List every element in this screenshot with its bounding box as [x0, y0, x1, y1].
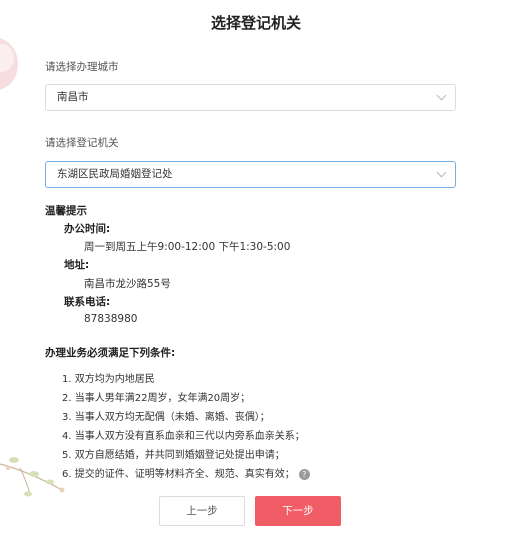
office-label: 请选择登记机关 — [45, 137, 119, 149]
branch-decoration-icon — [0, 457, 65, 497]
flower-decoration-icon — [0, 38, 18, 90]
city-label: 请选择办理城市 — [45, 61, 119, 73]
condition-item: 2. 当事人男年满22周岁，女年满20周岁； — [62, 393, 251, 404]
condition-item: 3. 当事人双方均无配偶（未婚、离婚、丧偶）； — [62, 412, 270, 423]
phone-label: 联系电话: — [64, 296, 111, 308]
next-button[interactable]: 下一步 — [255, 496, 341, 526]
office-select-value: 东湖区民政局婚姻登记处 — [57, 168, 173, 180]
phone-value: 87838980 — [84, 313, 138, 325]
page-title: 选择登记机关 — [210, 14, 301, 32]
condition-item-last: 6. 提交的证件、证明等材料齐全、规范、真实有效；? — [62, 465, 310, 480]
office-select[interactable]: 东湖区民政局婚姻登记处 — [45, 161, 456, 188]
chevron-down-icon — [436, 167, 447, 178]
hours-label: 办公时间: — [64, 223, 111, 235]
condition-item-text: 6. 提交的证件、证明等材料齐全、规范、真实有效； — [62, 469, 295, 480]
tips-heading: 温馨提示 — [45, 205, 87, 217]
hours-value: 周一到周五上午9:00-12:00 下午1:30-5:00 — [84, 241, 291, 253]
prev-button[interactable]: 上一步 — [159, 496, 245, 526]
condition-item: 5. 双方自愿结婚，并共同到婚姻登记处提出申请； — [62, 450, 285, 461]
city-select[interactable]: 南昌市 — [45, 84, 456, 111]
condition-item: 1. 双方均为内地居民 — [62, 374, 155, 385]
conditions-title: 办理业务必须满足下列条件: — [45, 347, 176, 359]
help-icon[interactable]: ? — [298, 468, 310, 480]
address-value: 南昌市龙沙路55号 — [84, 278, 171, 290]
address-label: 地址: — [64, 259, 90, 271]
chevron-down-icon — [436, 90, 447, 101]
city-select-value: 南昌市 — [57, 91, 89, 103]
condition-item: 4. 当事人双方没有直系血亲和三代以内旁系血亲关系； — [62, 431, 305, 442]
